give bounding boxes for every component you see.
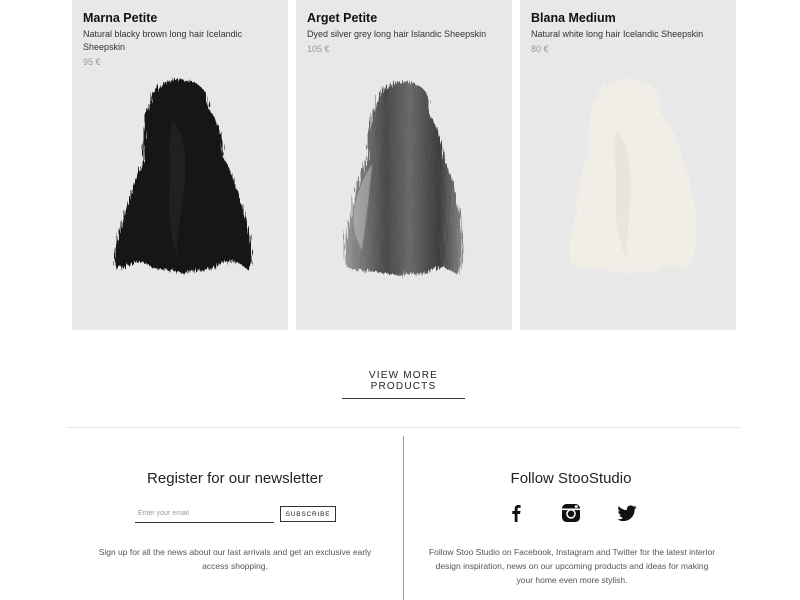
product-price: 80 € bbox=[531, 44, 549, 54]
footer-divider-vertical bbox=[403, 436, 404, 600]
subscribe-button[interactable]: SUBSCRIBE bbox=[280, 506, 336, 522]
follow-title: Follow StooStudio bbox=[510, 470, 632, 487]
product-card[interactable]: Blana Medium Natural white long hair Ice… bbox=[520, 0, 736, 330]
email-field[interactable] bbox=[135, 505, 274, 523]
product-description: Natural white long hair Icelandic Sheeps… bbox=[531, 29, 704, 39]
product-name[interactable]: Marna Petite bbox=[83, 11, 157, 25]
product-name[interactable]: Arget Petite bbox=[307, 11, 377, 25]
product-description: Dyed silver grey long hair Islandic Shee… bbox=[307, 29, 487, 39]
product-price: 105 € bbox=[307, 44, 330, 54]
product-card[interactable]: Arget Petite Dyed silver grey long hair … bbox=[296, 0, 512, 330]
product-card[interactable]: Marna Petite Natural blacky brown long h… bbox=[72, 0, 288, 330]
follow-description: Follow Stoo Studio on Facebook, Instagra… bbox=[428, 547, 716, 585]
product-grid: Marna Petite Natural blacky brown long h… bbox=[72, 0, 736, 330]
facebook-icon[interactable] bbox=[505, 502, 527, 524]
sheepskin-white-image[interactable] bbox=[520, 60, 736, 290]
twitter-icon[interactable] bbox=[616, 502, 638, 524]
view-more-products-link[interactable]: VIEW MORE PRODUCTS bbox=[342, 370, 465, 399]
newsletter-description: Sign up for all the news about our last … bbox=[98, 547, 372, 571]
instagram-icon[interactable] bbox=[560, 502, 582, 524]
sheepskin-black-image[interactable] bbox=[72, 60, 288, 290]
product-description: Natural blacky brown long hair Icelandic… bbox=[83, 29, 243, 52]
sheepskin-grey-image[interactable] bbox=[296, 60, 512, 290]
footer-divider-horizontal bbox=[66, 427, 740, 428]
newsletter-title: Register for our newsletter bbox=[147, 470, 323, 487]
product-name[interactable]: Blana Medium bbox=[531, 11, 616, 25]
